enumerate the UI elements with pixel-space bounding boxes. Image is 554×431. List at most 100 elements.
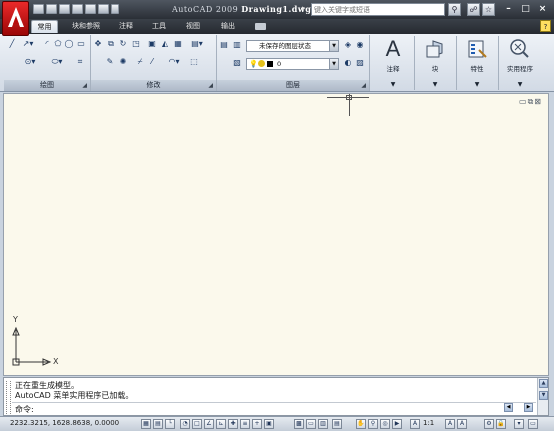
close-button[interactable]: × <box>535 3 550 16</box>
lineweight-icon[interactable]: ≡ <box>240 419 250 429</box>
quick-access-more-icon[interactable] <box>111 4 119 14</box>
auto-scale-icon[interactable]: A <box>457 419 467 429</box>
panel-expand-icon[interactable]: ◢ <box>208 80 213 91</box>
polygon-icon[interactable]: ⬠ <box>53 39 63 49</box>
chevron-down-icon[interactable]: ▼ <box>372 81 414 88</box>
hatch-icon[interactable]: ⌗ <box>75 57 85 67</box>
ortho-icon[interactable]: └ <box>165 419 175 429</box>
viewport-minimize-icon[interactable]: ▭ <box>519 97 528 106</box>
offset-icon[interactable]: ▣ <box>147 39 157 49</box>
scroll-right-icon[interactable]: ▶ <box>524 403 533 412</box>
tab-home[interactable]: 常用 <box>31 20 58 33</box>
layer-previous-icon[interactable]: ◉ <box>355 40 365 50</box>
layout-icon[interactable]: ▭ <box>306 419 316 429</box>
layer-lock-icon[interactable]: ▨ <box>355 58 365 68</box>
snap-icon[interactable]: ▦ <box>141 419 151 429</box>
layer-tools-icon[interactable]: ▤▾ <box>189 39 205 49</box>
fillet-icon[interactable]: ◠▾ <box>166 57 182 67</box>
utilities-button[interactable]: 实用程序 ▼ <box>498 36 542 90</box>
current-layer-dropdown[interactable]: 💡 0 ▼ <box>246 58 339 70</box>
line-icon[interactable]: ╱ <box>7 39 17 49</box>
chevron-down-icon[interactable]: ▼ <box>456 81 498 88</box>
search-arrow-icon[interactable]: ▸ <box>302 4 306 12</box>
help-button[interactable]: ? <box>540 20 551 32</box>
circle-icon[interactable]: ⊙▾ <box>22 57 38 67</box>
steering-wheel-icon[interactable]: ◎ <box>380 419 390 429</box>
modify-panel-title[interactable]: 修改 ◢ <box>91 80 216 91</box>
maximize-button[interactable]: □ <box>518 3 533 16</box>
block-button[interactable]: 块 ▼ <box>414 36 456 90</box>
array-icon[interactable]: ▦ <box>173 39 183 49</box>
drawing-canvas[interactable]: ▭⧉⊠ Y X <box>3 93 549 376</box>
model-icon[interactable]: ▩ <box>294 419 304 429</box>
print-icon[interactable] <box>72 4 83 14</box>
ellipse-icon[interactable]: ⬭▾ <box>49 57 65 67</box>
ducs-icon[interactable]: ⊾ <box>216 419 226 429</box>
status-tray-menu-icon[interactable]: ▾ <box>514 419 524 429</box>
minimize-button[interactable]: – <box>501 3 516 16</box>
save-icon[interactable] <box>59 4 70 14</box>
tab-blocks-references[interactable]: 块和参照 <box>64 20 108 33</box>
move-icon[interactable]: ✥ <box>93 39 103 49</box>
workspace-switch-icon[interactable]: ⚙ <box>484 419 494 429</box>
redo-icon[interactable] <box>98 4 109 14</box>
otrack-icon[interactable]: ∠ <box>204 419 214 429</box>
tab-annotate[interactable]: 注释 <box>114 20 138 33</box>
annotation-visibility-icon[interactable]: A <box>445 419 455 429</box>
mirror-icon[interactable]: ◭ <box>160 39 170 49</box>
chevron-down-icon[interactable]: ▼ <box>329 41 338 51</box>
command-horizontal-scroll[interactable]: ◀ ▶ <box>504 403 538 413</box>
tool-palette-icon[interactable]: ▣ <box>264 419 274 429</box>
polyline-icon[interactable]: ↗▾ <box>20 39 36 49</box>
polar-icon[interactable]: ◔ <box>180 419 190 429</box>
scroll-up-icon[interactable]: ▲ <box>539 379 548 388</box>
tab-view[interactable]: 视图 <box>181 20 205 33</box>
copy-icon[interactable]: ⧉ <box>106 39 116 49</box>
extend-icon[interactable]: ⁄ <box>147 57 157 67</box>
light-bulb-icon[interactable]: 💡 <box>249 59 258 69</box>
draw-panel-title[interactable]: 绘图 ◢ <box>4 80 90 91</box>
annotation-scale-icon[interactable]: A <box>410 419 420 429</box>
layer-match-icon[interactable]: ◈ <box>343 40 353 50</box>
communication-center-icon[interactable]: ☍ <box>467 3 480 16</box>
scale-icon[interactable]: ◳ <box>131 39 141 49</box>
coordinate-readout[interactable]: 2232.3215, 1628.8638, 0.0000 <box>10 419 119 427</box>
new-icon[interactable] <box>33 4 44 14</box>
layer-state-dropdown[interactable]: 未保存的图层状态 ▼ <box>246 40 339 52</box>
properties-button[interactable]: 特性 ▼ <box>456 36 498 90</box>
app-menu-button[interactable] <box>2 1 29 36</box>
arc-icon[interactable]: ◜ <box>42 39 52 49</box>
layer-isolate-icon[interactable]: ▧ <box>232 58 242 68</box>
stretch-icon[interactable]: ⬚ <box>189 57 199 67</box>
tab-tools[interactable]: 工具 <box>147 20 171 33</box>
chevron-down-icon[interactable]: ▼ <box>414 81 456 88</box>
annotation-scale-value[interactable]: 1:1 <box>423 419 434 427</box>
explode-icon[interactable]: ✺ <box>118 57 128 67</box>
clean-screen-icon[interactable]: ▭ <box>528 419 538 429</box>
rectangle-icon[interactable]: ▭ <box>76 39 86 49</box>
color-swatch-icon[interactable] <box>267 61 273 67</box>
layers-panel-title[interactable]: 图层 ◢ <box>217 80 369 91</box>
quick-view-layouts-icon[interactable]: ▥ <box>318 419 328 429</box>
tab-output[interactable]: 输出 <box>216 20 240 33</box>
erase-icon[interactable]: ✎ <box>105 57 115 67</box>
zoom-icon[interactable]: ⚲ <box>368 419 378 429</box>
dyn-icon[interactable]: ✚ <box>228 419 238 429</box>
layer-state-icon[interactable]: ▥ <box>232 40 242 50</box>
ribbon-minimize-icon[interactable] <box>255 23 266 30</box>
command-prompt[interactable]: 命令: <box>15 404 34 415</box>
chevron-down-icon[interactable]: ▼ <box>329 59 338 69</box>
lock-icon[interactable]: 🔒 <box>496 419 506 429</box>
layer-off-icon[interactable]: ◐ <box>343 58 353 68</box>
trim-icon[interactable]: ⌿ <box>135 57 145 67</box>
search-input[interactable] <box>311 3 445 16</box>
annotation-button[interactable]: A 注释 ▼ <box>372 36 414 90</box>
circle-draw-icon[interactable]: ◯ <box>64 39 74 49</box>
panel-expand-icon[interactable]: ◢ <box>361 80 366 91</box>
undo-icon[interactable] <box>85 4 96 14</box>
open-icon[interactable] <box>46 4 57 14</box>
command-window-grip[interactable] <box>6 381 11 414</box>
chevron-down-icon[interactable]: ▼ <box>498 81 542 88</box>
scroll-down-icon[interactable]: ▼ <box>539 391 548 400</box>
layer-properties-icon[interactable]: ▤ <box>219 40 229 50</box>
